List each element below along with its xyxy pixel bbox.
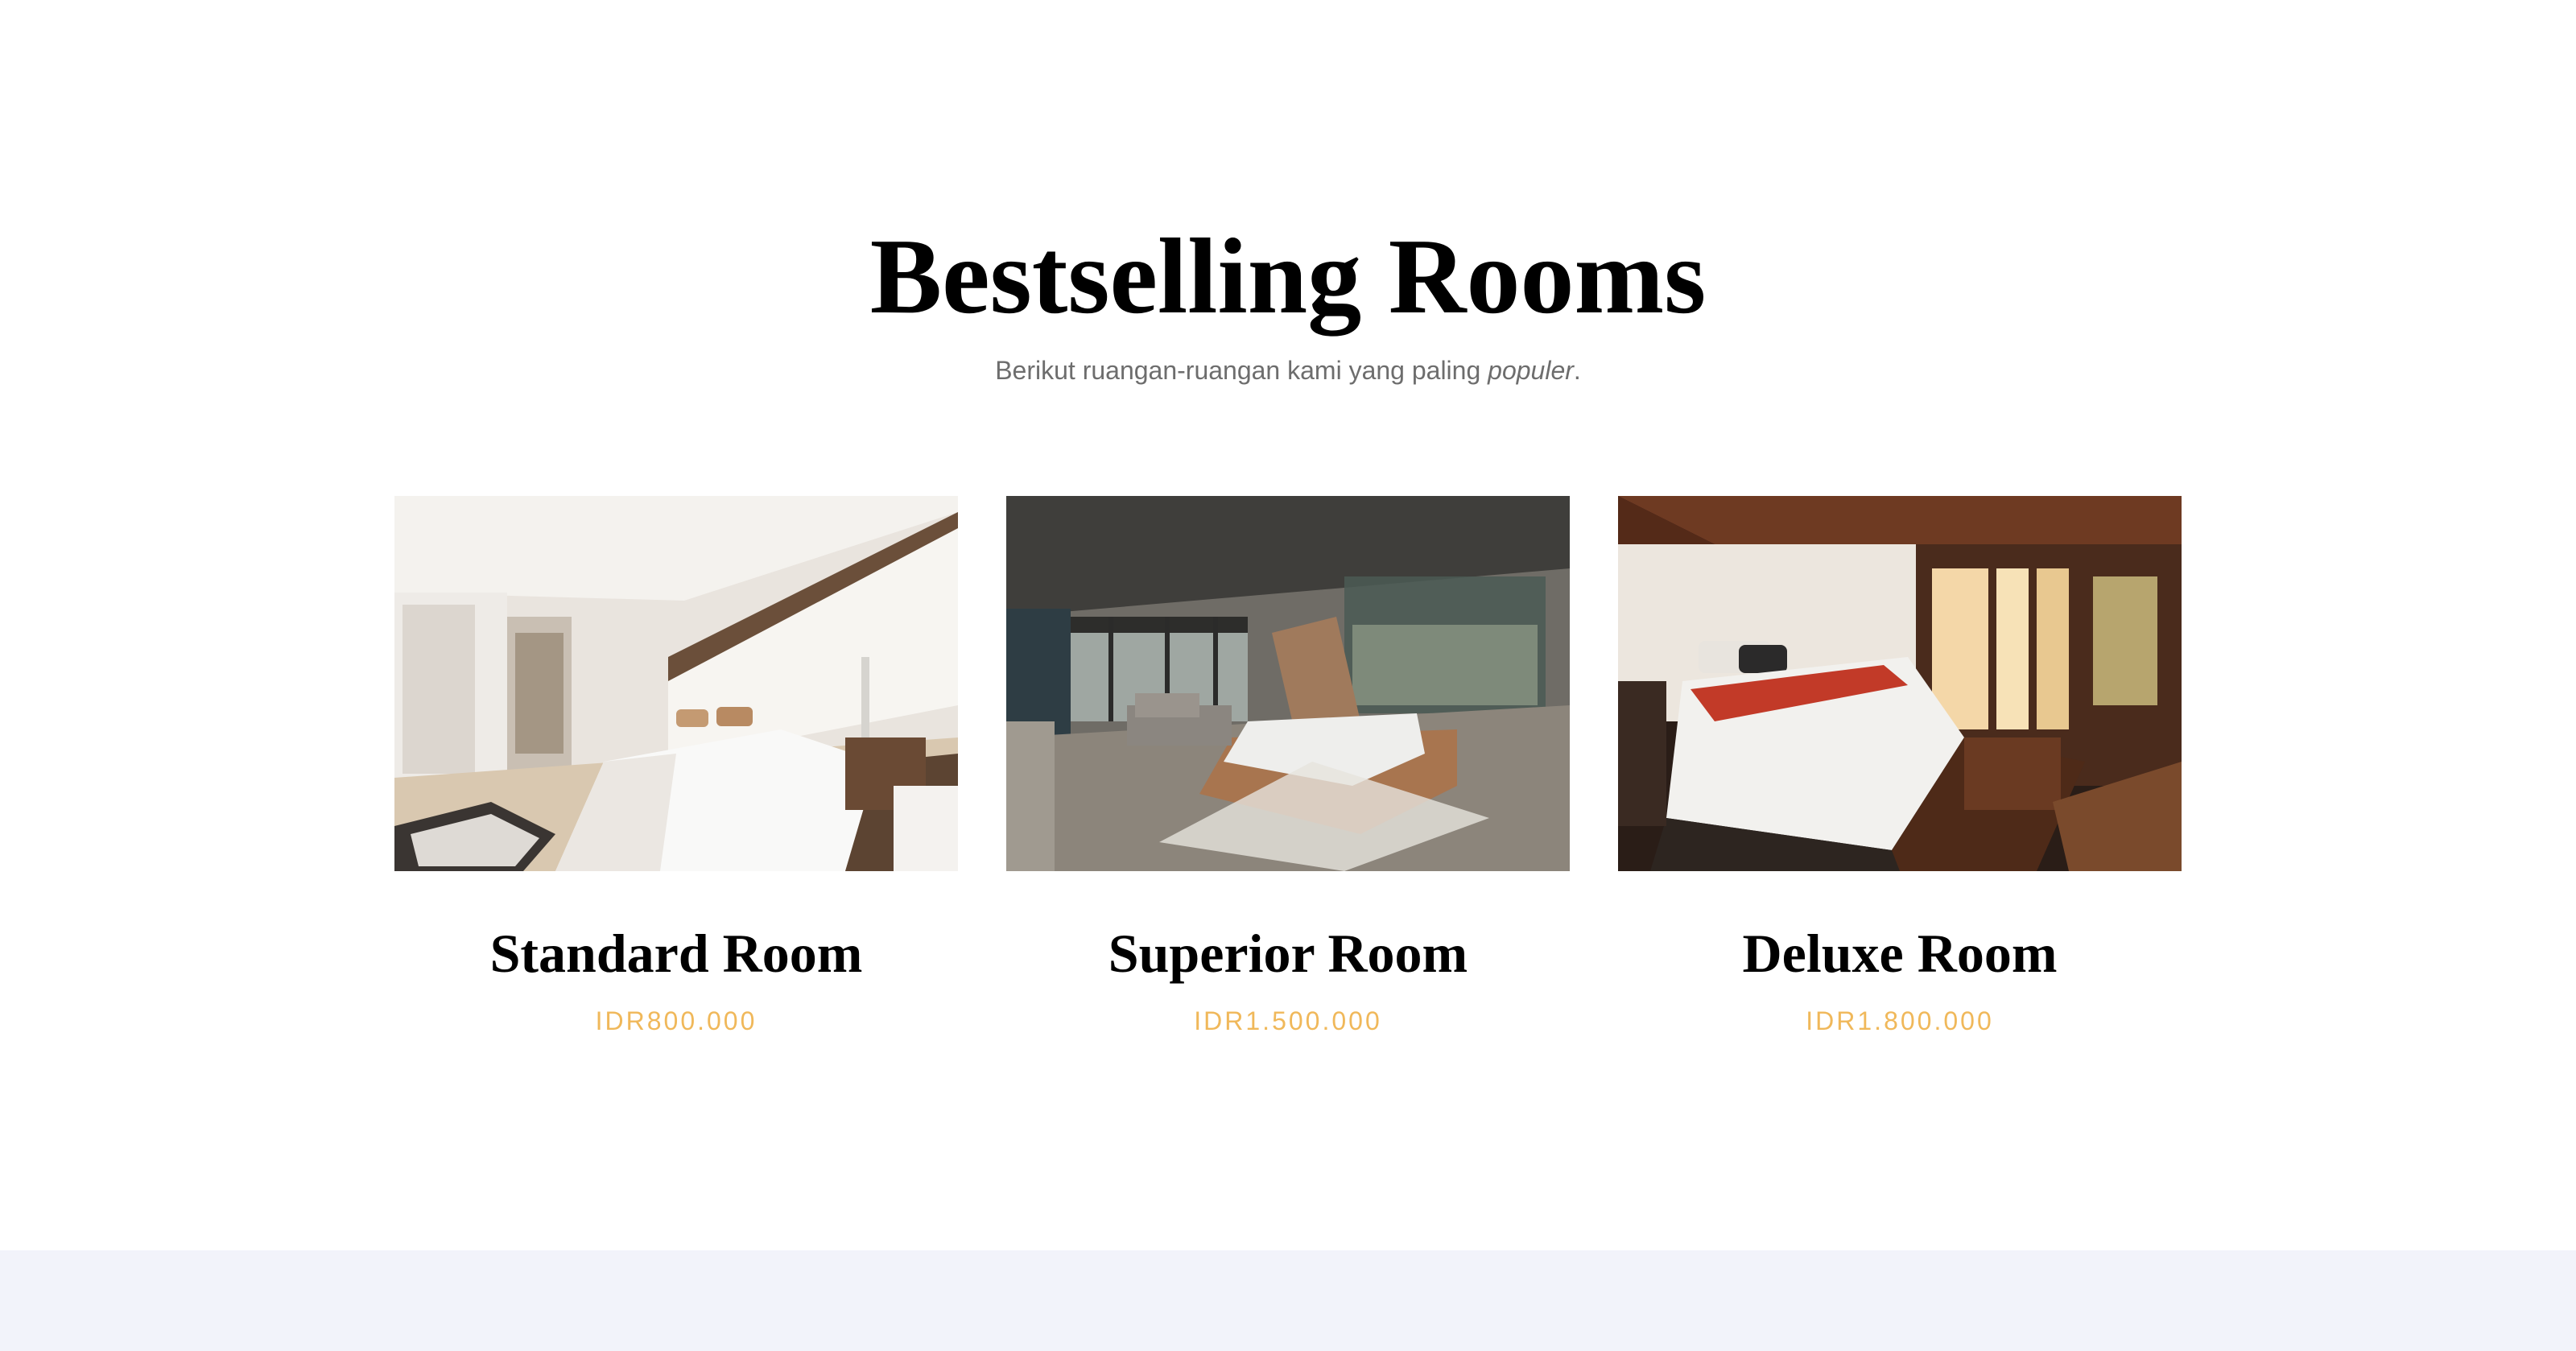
room-photo-standard[interactable] <box>394 496 958 871</box>
subtitle-suffix: . <box>1573 356 1581 385</box>
room-name[interactable]: Superior Room <box>1006 921 1570 985</box>
glass-wall-loft-bedroom-photo <box>1006 496 1570 871</box>
room-photo-superior[interactable] <box>1006 496 1570 871</box>
section-subtitle: Berikut ruangan-ruangan kami yang paling… <box>0 353 2576 388</box>
bright-white-bedroom-photo <box>394 496 958 871</box>
room-name[interactable]: Deluxe Room <box>1618 921 2182 985</box>
room-price: IDR1.500.000 <box>1194 1006 1382 1035</box>
subtitle-emphasis: populer <box>1488 356 1574 385</box>
section-title: Bestselling Rooms <box>869 217 1707 336</box>
next-section-band <box>0 1250 2576 1351</box>
room-card-deluxe[interactable]: Deluxe Room IDR1.800.000 <box>1618 496 2182 1035</box>
room-name[interactable]: Standard Room <box>394 921 958 985</box>
subtitle-text: Berikut ruangan-ruangan kami yang paling <box>995 356 1488 385</box>
wooden-sunset-bedroom-photo <box>1618 496 2182 871</box>
room-price: IDR1.800.000 <box>1806 1006 1994 1035</box>
bestselling-rooms-section: Bestselling Rooms Berikut ruangan-ruanga… <box>0 0 2576 1250</box>
room-photo-deluxe[interactable] <box>1618 496 2182 871</box>
room-card-superior[interactable]: Superior Room IDR1.500.000 <box>1006 496 1570 1035</box>
room-card-standard[interactable]: Standard Room IDR800.000 <box>394 496 958 1035</box>
room-price: IDR800.000 <box>595 1006 758 1035</box>
